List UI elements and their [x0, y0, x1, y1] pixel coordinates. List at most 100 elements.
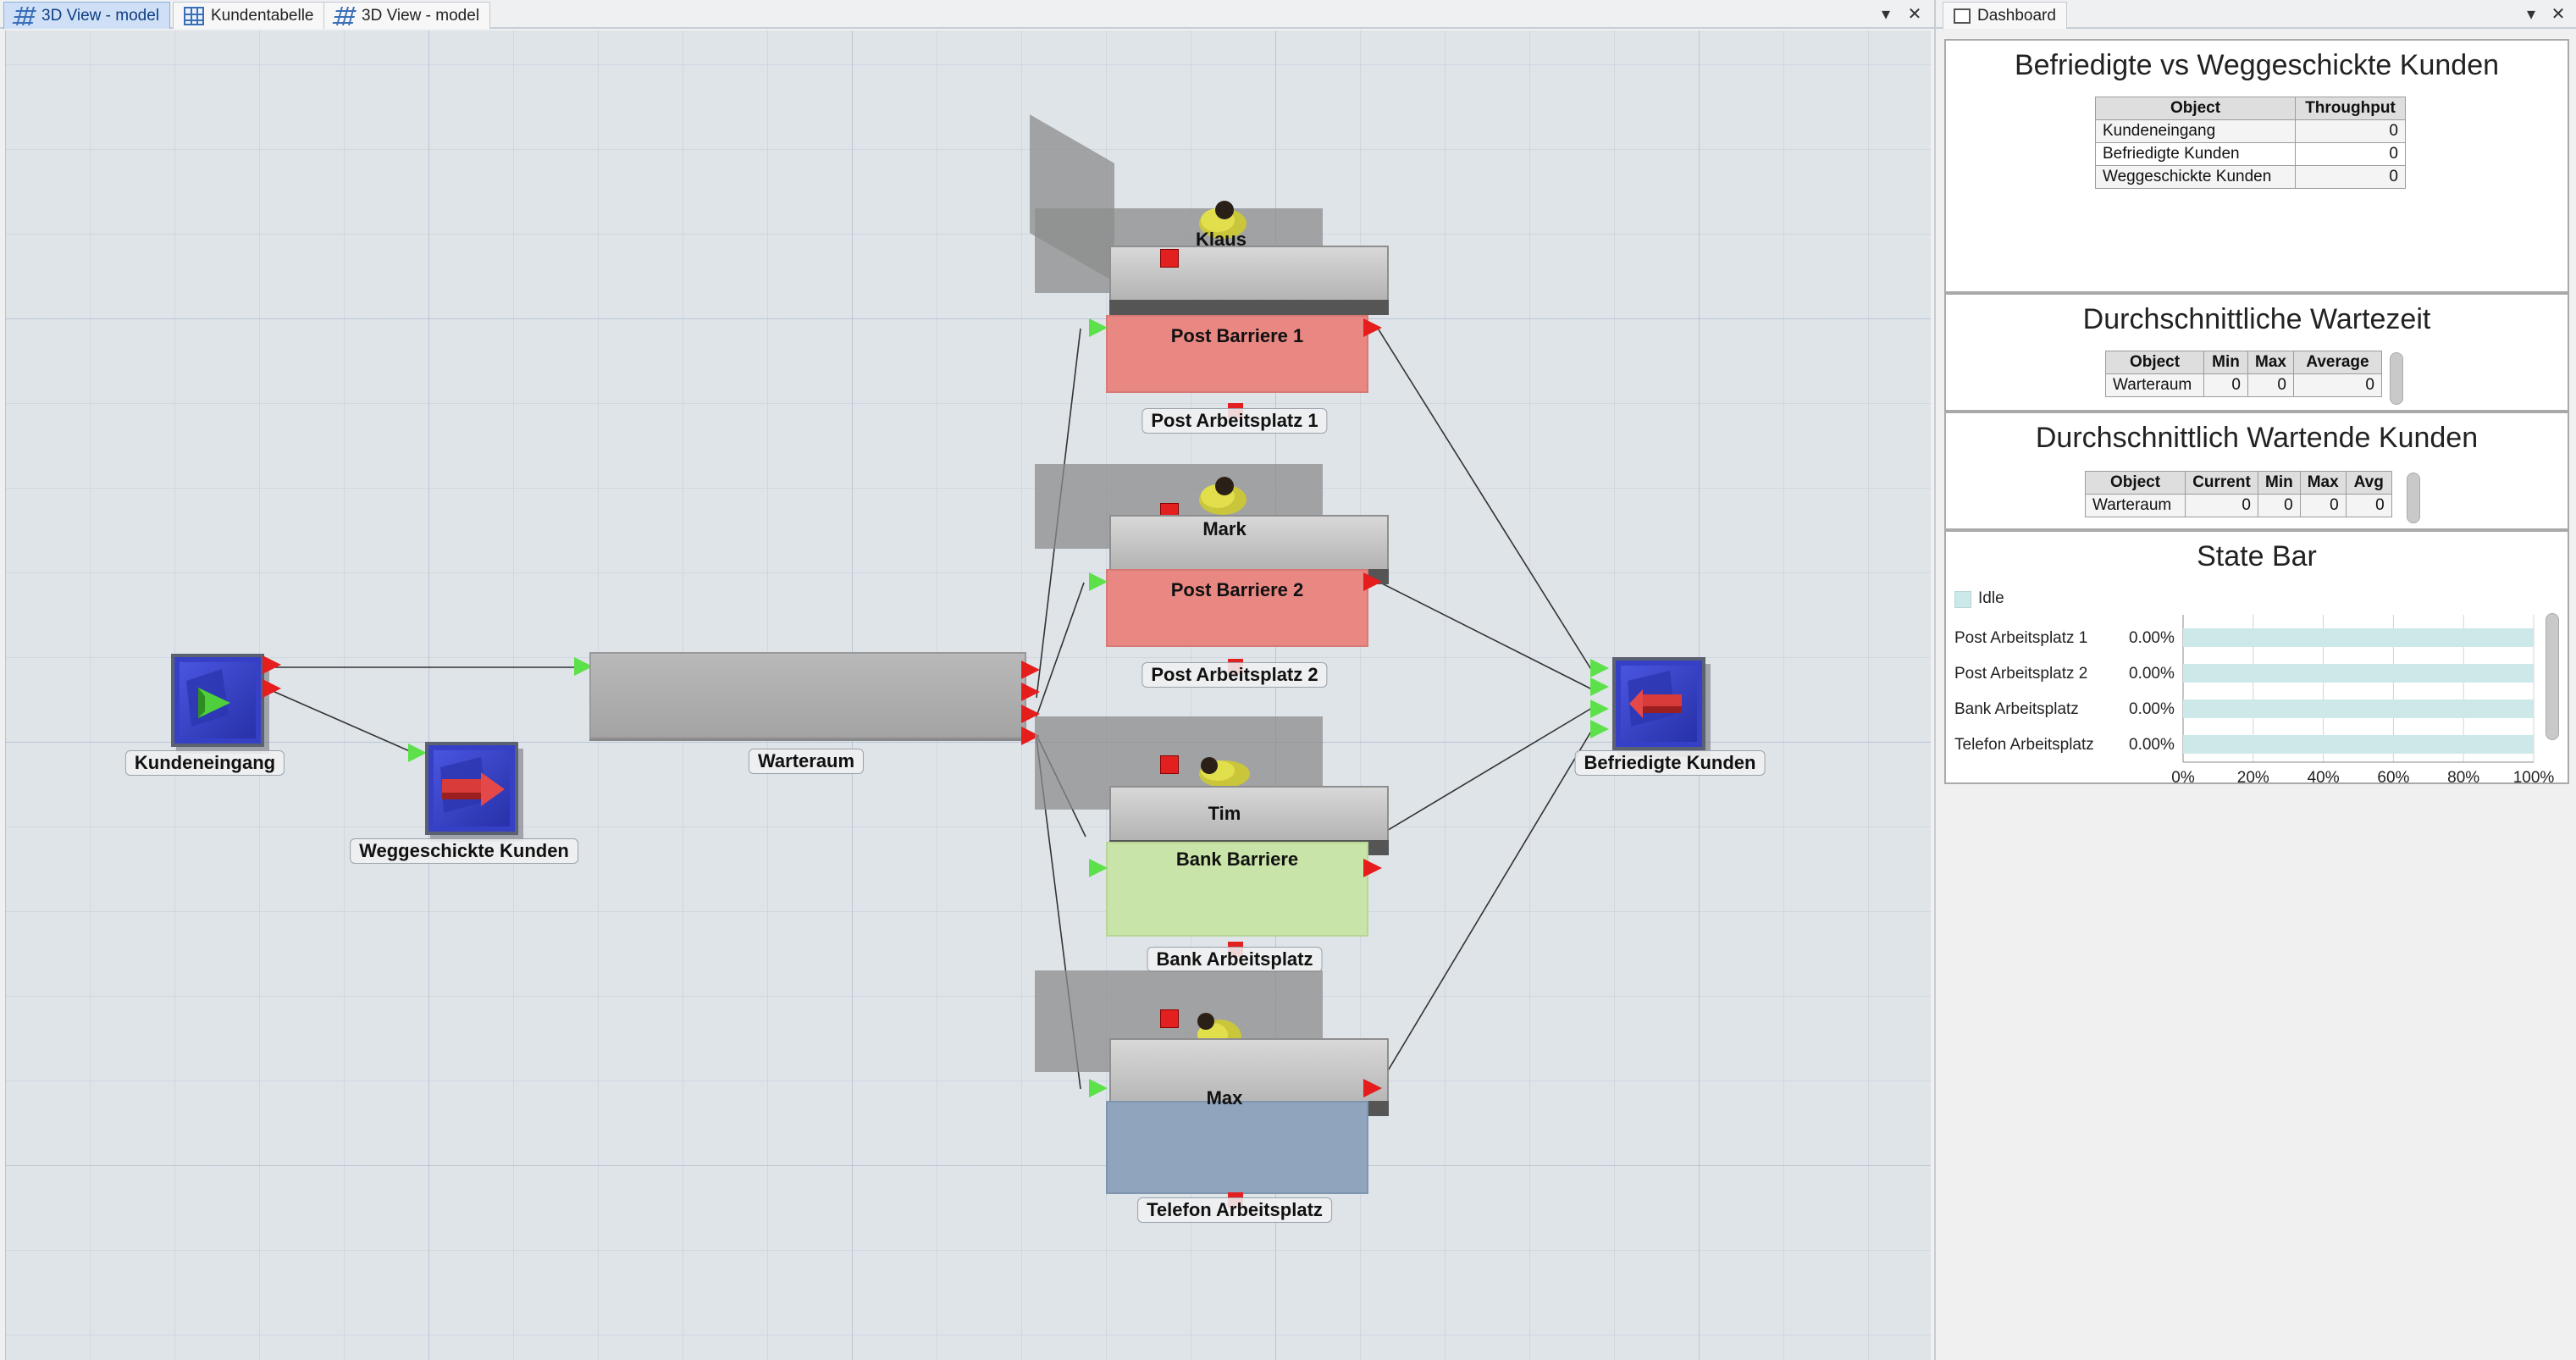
table-cell: Warteraum — [2105, 373, 2204, 397]
input-port — [1590, 659, 1609, 677]
workplace-label[interactable]: Post Arbeitsplatz 2 — [1142, 662, 1328, 688]
table-icon — [184, 6, 204, 25]
wait-time-panel: Durchschnittliche Wartezeit Object Min M… — [1944, 293, 2569, 412]
connector-line — [272, 690, 412, 753]
panel-title: Durchschnittliche Wartezeit — [2082, 303, 2431, 335]
worker-name: Tim — [1208, 803, 1241, 824]
table-cell: Befriedigte Kunden — [2095, 142, 2296, 166]
workplace-label[interactable]: Post Arbeitsplatz 1 — [1142, 408, 1328, 434]
scrollbar[interactable] — [2546, 613, 2559, 740]
value-label: 0.00% — [2129, 700, 2175, 718]
satisfied-face — [1621, 666, 1697, 742]
barrier-label: Bank Barriere — [1175, 849, 1299, 870]
3d-view-pane: 3D View - model Kundentabelle 3D View - … — [0, 0, 1934, 1360]
worker-name: Mark — [1202, 518, 1247, 539]
tab-3d-view-model-2[interactable]: 3D View - model — [323, 2, 491, 29]
tab-dashboard[interactable]: Dashboard — [1943, 2, 2067, 29]
barrier-bank[interactable]: Bank Barriere — [1106, 842, 1368, 937]
close-icon[interactable]: ✕ — [2547, 2, 2569, 25]
queue-object[interactable] — [589, 652, 1026, 738]
input-port — [1089, 318, 1108, 337]
throughput-table: Object Throughput Kundeneingang 0 Befrie… — [2095, 97, 2406, 189]
3d-grid-icon — [332, 6, 357, 25]
category-label: Post Arbeitsplatz 1 — [1954, 629, 2087, 647]
x-tick-label: 20% — [2237, 769, 2269, 786]
table-row[interactable]: Befriedigte Kunden 0 — [2095, 142, 2406, 166]
rejected-label[interactable]: Weggeschickte Kunden — [350, 838, 578, 864]
status-indicator — [1160, 1009, 1179, 1028]
3d-viewport[interactable]: Kundeneingang Weggeschickte Kunden Warte… — [5, 30, 1931, 1360]
x-tick-label: 40% — [2308, 769, 2340, 786]
green-play-icon — [186, 669, 230, 727]
category-label: Bank Arbeitsplatz — [1954, 700, 2079, 718]
tab-kundentabelle[interactable]: Kundentabelle — [173, 2, 325, 29]
3d-grid-icon — [12, 6, 37, 25]
column-header[interactable]: Object — [2085, 471, 2186, 495]
source-object[interactable] — [171, 654, 264, 747]
table-row[interactable]: Warteraum 0 0 0 — [2105, 373, 2382, 397]
tab-3d-view-model[interactable]: 3D View - model — [3, 2, 171, 29]
table-cell: 0 — [2203, 373, 2248, 397]
rejected-face — [434, 750, 510, 827]
workplace-label[interactable]: Telefon Arbeitsplatz — [1137, 1197, 1332, 1223]
column-header[interactable]: Min — [2258, 471, 2301, 495]
satisfied-label[interactable]: Befriedigte Kunden — [1574, 750, 1766, 776]
table-row[interactable]: Weggeschickte Kunden 0 — [2095, 165, 2406, 189]
source-label[interactable]: Kundeneingang — [124, 750, 285, 776]
barrier-post-1[interactable]: Post Barriere 1 — [1106, 315, 1368, 393]
rejected-sink-object[interactable] — [425, 742, 518, 835]
column-header[interactable]: Current — [2185, 471, 2258, 495]
scrollbar[interactable] — [2407, 473, 2420, 523]
value-label: 0.00% — [2129, 736, 2175, 754]
bar-idle — [2183, 664, 2534, 683]
table-cell: 0 — [2292, 373, 2382, 397]
output-port — [1021, 683, 1040, 701]
dashboard-pane: Dashboard ▾ ✕ Befriedigte vs Weggeschick… — [1934, 0, 2576, 1360]
column-header[interactable]: Max — [2247, 351, 2294, 374]
column-header[interactable]: Object — [2105, 351, 2204, 374]
connector-line — [1376, 707, 1593, 838]
output-port — [263, 679, 281, 698]
input-port — [1089, 859, 1108, 877]
panel-title: Befriedigte vs Weggeschickte Kunden — [2014, 49, 2500, 81]
column-header[interactable]: Max — [2299, 471, 2347, 495]
desk-edge — [1109, 300, 1389, 315]
category-label: Telefon Arbeitsplatz — [1954, 736, 2094, 754]
input-port — [1089, 572, 1108, 591]
desk[interactable] — [1109, 515, 1389, 574]
satisfied-sink-object[interactable] — [1612, 657, 1705, 750]
x-tick-label: 60% — [2377, 769, 2409, 786]
scrollbar[interactable] — [2390, 352, 2403, 405]
right-tab-bar: Dashboard ▾ ✕ — [1936, 0, 2576, 29]
chevron-down-icon[interactable]: ▾ — [1875, 2, 1897, 25]
output-port — [263, 655, 281, 674]
table-row[interactable]: Kundeneingang 0 — [2095, 119, 2406, 143]
column-header[interactable]: Min — [2203, 351, 2248, 374]
queue-label[interactable]: Warteraum — [748, 749, 865, 774]
source-face — [180, 662, 256, 738]
close-icon[interactable]: ✕ — [1904, 2, 1926, 25]
red-arrow-icon — [1628, 671, 1682, 727]
chevron-down-icon[interactable]: ▾ — [2520, 2, 2542, 25]
barrier-post-2[interactable]: Post Barriere 2 — [1106, 569, 1368, 647]
workplace-label[interactable]: Bank Arbeitsplatz — [1147, 947, 1323, 972]
table-cell: Kundeneingang — [2095, 119, 2296, 143]
barrier-telefon[interactable] — [1106, 1101, 1368, 1194]
output-port — [1363, 1079, 1382, 1097]
column-header[interactable]: Average — [2292, 351, 2382, 374]
column-header[interactable]: Avg — [2345, 471, 2392, 495]
column-header[interactable]: Object — [2095, 97, 2296, 120]
table-cell: 0 — [2295, 165, 2406, 189]
output-port — [1363, 859, 1382, 877]
desk[interactable] — [1109, 246, 1389, 305]
desk[interactable] — [1109, 786, 1389, 845]
connector-line — [1376, 729, 1593, 1090]
state-bar-chart: 0% 20% 40% 60% 80% 100% Post Arbeitsplatz 1 0.0… — [1954, 615, 2554, 786]
bar-idle — [2183, 699, 2534, 718]
table-cell: 0 — [2345, 494, 2392, 517]
bar-idle — [2183, 628, 2534, 647]
table-row[interactable]: Warteraum 0 0 0 0 — [2085, 494, 2392, 517]
worker-figure[interactable] — [1192, 471, 1252, 522]
waiting-customers-panel: Durchschnittlich Wartende Kunden Object … — [1944, 412, 2569, 530]
column-header[interactable]: Throughput — [2295, 97, 2406, 120]
